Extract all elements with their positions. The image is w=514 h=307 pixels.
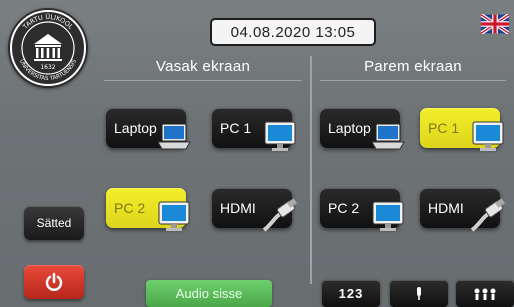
monitor-icon [264, 121, 296, 151]
source-label: PC 1 [428, 120, 460, 136]
microphone-button[interactable] [390, 280, 448, 307]
left-screen-underline [104, 80, 302, 81]
left-pc2-button[interactable]: PC 2 [106, 188, 190, 231]
left-screen-title: Vasak ekraan [155, 58, 251, 75]
left-pc1-button[interactable]: PC 1 [212, 108, 296, 151]
left-screen-panel: Vasak ekraan Laptop PC 1 PC 2 HDMI [98, 56, 308, 282]
monitor-icon [372, 201, 404, 231]
source-label: Laptop [114, 120, 157, 136]
right-screen-panel: Parem ekraan Laptop PC 1 PC 2 HDMI [314, 56, 512, 282]
right-screen-title: Parem ekraan [364, 58, 462, 75]
source-label: PC 2 [114, 200, 146, 216]
source-label: Laptop [328, 120, 371, 136]
right-pc2-button[interactable]: PC 2 [320, 188, 404, 231]
right-screen-underline [320, 80, 506, 81]
touch-panel-screen: TARTU ÜLIKOOL UNIVERSITAS TARTUENSIS 163… [0, 0, 514, 307]
source-label: PC 2 [328, 200, 360, 216]
left-hdmi-button[interactable]: HDMI [212, 188, 297, 232]
hdmi-cable-icon [470, 198, 505, 232]
seal-year: 1632 [40, 64, 55, 71]
group-icon [474, 288, 496, 300]
audio-on-button[interactable]: Audio sisse [146, 280, 272, 307]
audio-label: Audio sisse [175, 286, 243, 301]
monitor-icon [472, 121, 504, 151]
laptop-icon [157, 123, 191, 150]
settings-button[interactable]: Sätted [24, 206, 84, 240]
right-hdmi-button[interactable]: HDMI [420, 188, 505, 232]
date-time-text: 04.08.2020 13:05 [230, 23, 356, 41]
source-label: PC 1 [220, 120, 252, 136]
panel-divider [310, 56, 312, 284]
university-seal-icon: TARTU ÜLIKOOL UNIVERSITAS TARTUENSIS 163… [8, 8, 88, 88]
uk-flag-icon[interactable] [481, 14, 509, 34]
settings-label: Sätted [36, 216, 72, 230]
source-label: HDMI [220, 200, 256, 216]
numeric-keypad-button[interactable]: 123 [322, 280, 380, 307]
laptop-icon [371, 123, 405, 150]
monitor-icon [158, 201, 190, 231]
group-button[interactable] [456, 280, 514, 307]
source-label: HDMI [428, 200, 464, 216]
right-laptop-button[interactable]: Laptop [320, 108, 405, 150]
hdmi-cable-icon [262, 198, 297, 232]
date-time-display: 04.08.2020 13:05 [210, 18, 376, 46]
power-icon [45, 272, 63, 291]
right-pc1-button[interactable]: PC 1 [420, 108, 504, 151]
numeric-label: 123 [338, 286, 364, 301]
microphone-icon [417, 286, 421, 300]
power-button[interactable] [24, 265, 84, 299]
left-sidebar: TARTU ÜLIKOOL UNIVERSITAS TARTUENSIS 163… [0, 0, 96, 307]
left-laptop-button[interactable]: Laptop [106, 108, 191, 150]
